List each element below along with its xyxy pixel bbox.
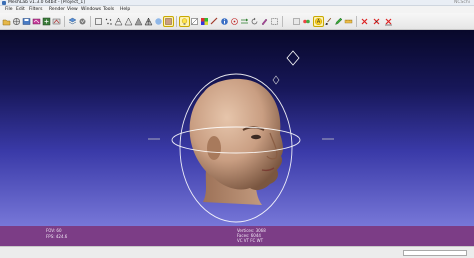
smooth-icon[interactable] — [154, 17, 163, 26]
render-mode-label: VC VT FC WT — [237, 238, 264, 243]
fov-label: FOV: 60 — [46, 228, 62, 233]
head-model-ear — [207, 136, 221, 160]
select-icon[interactable] — [270, 17, 279, 26]
open-project-icon[interactable] — [2, 17, 11, 26]
layers-icon[interactable] — [68, 17, 77, 26]
flat-lines-icon[interactable] — [144, 17, 153, 26]
trackball-small-marker — [272, 75, 280, 85]
texture-icon[interactable] — [163, 16, 174, 27]
hidden-lines-icon[interactable] — [124, 17, 133, 26]
pencil-icon[interactable] — [334, 17, 343, 26]
toolbar-separator — [64, 16, 65, 27]
delete-selection-icon[interactable] — [384, 17, 393, 26]
toolbar-separator — [176, 16, 177, 27]
toolbar-separator — [282, 16, 283, 27]
reload-icon[interactable] — [32, 17, 41, 26]
ruler-icon[interactable] — [344, 17, 353, 26]
menu-view[interactable]: View — [67, 6, 78, 13]
menu-filters[interactable]: Filters — [29, 6, 43, 13]
fps-label: FPS: 424.6 — [46, 234, 68, 239]
head-model — [189, 78, 283, 191]
wireframe-icon[interactable] — [114, 17, 123, 26]
lighting-icon[interactable] — [179, 16, 190, 27]
menu-tools[interactable]: Tools — [103, 6, 114, 13]
annotate-a-icon[interactable]: A — [313, 16, 324, 27]
open-mesh-icon[interactable] — [12, 17, 21, 26]
color-icon[interactable] — [200, 17, 209, 26]
rotate-icon[interactable] — [250, 17, 259, 26]
toolbar-separator — [356, 16, 357, 27]
export-icon[interactable] — [52, 17, 61, 26]
menu-windows[interactable]: Windows — [81, 6, 101, 13]
measure-icon[interactable] — [210, 17, 219, 26]
main-toolbar: A — [0, 13, 474, 30]
save-snapshot-icon[interactable] — [22, 17, 31, 26]
delete-vertices-icon[interactable] — [360, 17, 369, 26]
menu-help[interactable]: Help — [120, 6, 130, 13]
head-model-eye — [251, 134, 261, 140]
paint-icon[interactable] — [260, 17, 269, 26]
trackball-diamond-marker — [286, 50, 300, 66]
backface-icon[interactable] — [190, 17, 199, 26]
menu-bar: File Edit Filters Render View Windows To… — [0, 6, 474, 13]
delete-faces-icon[interactable] — [372, 17, 381, 26]
viewport-info-bar: FOV: 60 FPS: 424.6 Vertices: 3068 Faces:… — [0, 226, 474, 246]
paint-brush-icon[interactable] — [324, 17, 333, 26]
3d-viewport[interactable] — [0, 30, 474, 226]
edit-tool-icon[interactable] — [292, 17, 301, 26]
bounding-box-icon[interactable] — [94, 17, 103, 26]
flat-shading-icon[interactable] — [134, 17, 143, 26]
colorize-icon[interactable] — [302, 17, 311, 26]
status-bar — [0, 246, 474, 258]
scene-canvas — [148, 50, 334, 223]
menu-edit[interactable]: Edit — [16, 6, 25, 13]
info-icon[interactable] — [220, 17, 229, 26]
annotation-icon[interactable] — [78, 17, 87, 26]
toolbar-separator — [90, 16, 91, 27]
progress-bar — [403, 250, 467, 256]
points-icon[interactable] — [104, 17, 113, 26]
align-icon[interactable] — [240, 17, 249, 26]
menu-render[interactable]: Render — [49, 6, 65, 13]
menu-file[interactable]: File — [5, 6, 13, 13]
meshlab-app-icon — [2, 1, 6, 5]
pick-points-icon[interactable] — [230, 17, 239, 26]
import-icon[interactable] — [42, 17, 51, 26]
